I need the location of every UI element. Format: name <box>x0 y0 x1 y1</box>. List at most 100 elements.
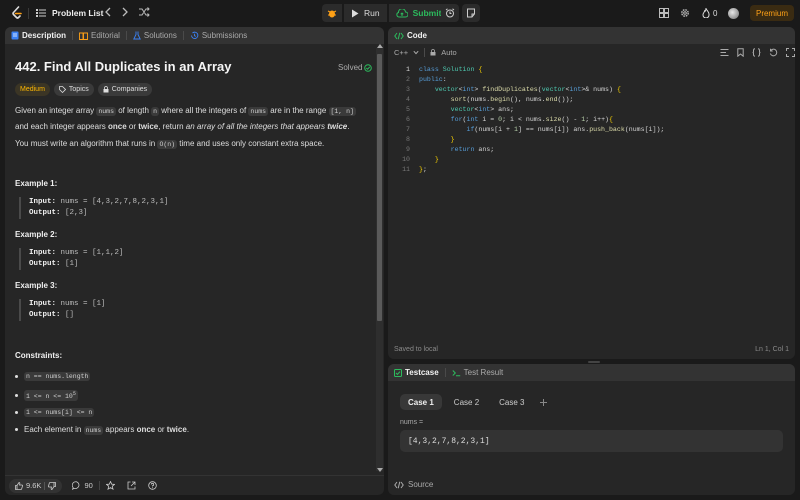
text: are in the range <box>268 106 329 115</box>
fullscreen-icon[interactable] <box>786 48 795 57</box>
tab-test-result[interactable]: Test Result <box>452 368 503 377</box>
line-number: 1 <box>406 66 410 73</box>
testcase-input[interactable]: [4,3,2,7,8,2,3,1] <box>400 430 783 452</box>
divider <box>125 31 127 40</box>
divider <box>182 31 184 40</box>
like-button[interactable]: 9.6K <box>9 478 63 493</box>
code-line: 4 sort(nums.begin(), nums.end()); <box>388 95 795 105</box>
gear-icon[interactable] <box>680 8 690 18</box>
run-button[interactable]: Run <box>344 4 387 22</box>
code-text: 1 <= n <= 10 <box>26 393 73 401</box>
case-tabs: Case 1 Case 2 Case 3 <box>400 394 548 410</box>
code-line: 11}; <box>388 165 795 175</box>
notes-button[interactable] <box>462 4 480 22</box>
divider <box>44 481 46 490</box>
cursor-position: Ln 1, Col 1 <box>755 346 789 353</box>
alarm-button[interactable] <box>441 4 459 22</box>
source-button[interactable]: Source <box>394 480 433 489</box>
like-count: 9.6K <box>26 481 42 490</box>
problem-description: Given an integer array nums of length n … <box>15 103 365 134</box>
case-tab[interactable]: Case 2 <box>446 394 487 410</box>
topics-chip[interactable]: Topics <box>53 83 94 96</box>
chevron-down-icon[interactable] <box>413 50 419 55</box>
tab-submissions[interactable]: Submissions <box>190 31 247 40</box>
inline-code: 1 <= n <= 105 <box>24 390 78 402</box>
input-value: nums = [1] <box>56 300 106 308</box>
scroll-up-arrow-icon[interactable] <box>377 44 383 48</box>
list-icon[interactable] <box>36 8 46 18</box>
format-lines-icon[interactable] <box>720 48 729 57</box>
line-number: 9 <box>406 146 410 153</box>
line-number: 11 <box>402 166 410 173</box>
debug-button[interactable] <box>322 4 342 22</box>
constraint-item: 1 <= n <= 105 <box>15 390 78 402</box>
plus-icon[interactable] <box>539 398 548 407</box>
flask-icon <box>133 31 141 40</box>
code-line: 8 } <box>388 135 795 145</box>
code-editor[interactable]: 1 class Solution { 2 public: 3 vector<int>… <box>388 65 795 175</box>
constraint-item: n == nums.length <box>15 372 91 381</box>
inline-code: 1 <= nums[i] <= n <box>24 408 95 417</box>
code-actions <box>720 48 795 57</box>
line-number: 5 <box>406 106 410 113</box>
alarm-clock-icon <box>445 8 455 18</box>
difficulty-badge[interactable]: Medium <box>15 83 50 96</box>
tab-description[interactable]: Description <box>11 31 66 40</box>
comments-button[interactable]: 90 <box>72 481 93 490</box>
tab-solutions[interactable]: Solutions <box>133 31 177 40</box>
reset-icon[interactable] <box>769 48 778 57</box>
input-label: Input: <box>29 300 57 308</box>
line-number: 8 <box>406 136 410 143</box>
layout-grid-icon[interactable] <box>659 8 669 18</box>
tab-code[interactable]: Code <box>394 31 427 40</box>
example-output: Output: [] <box>29 310 106 321</box>
scrollbar[interactable] <box>376 48 383 471</box>
companies-chip[interactable]: Companies <box>97 83 153 96</box>
avatar[interactable] <box>728 8 739 19</box>
text: time and uses only constant extra space. <box>177 139 325 148</box>
solved-status: Solved <box>338 63 373 72</box>
case-tab[interactable]: Case 3 <box>491 394 532 410</box>
chevron-left-icon[interactable] <box>104 7 112 17</box>
bold-text: once <box>107 122 127 131</box>
bookmark-icon[interactable] <box>737 48 744 57</box>
code-header: Code <box>388 27 795 44</box>
topics-label: Topics <box>68 86 89 93</box>
bullet <box>15 394 18 398</box>
mode-label[interactable]: Auto <box>441 48 456 57</box>
shuffle-icon[interactable] <box>139 7 150 17</box>
problem-list-link[interactable]: Problem List <box>52 8 103 18</box>
leetcode-logo-icon[interactable] <box>11 6 23 20</box>
chevron-right-icon[interactable] <box>121 7 129 17</box>
star-icon[interactable] <box>105 481 115 490</box>
submit-button[interactable]: Submit <box>388 4 449 22</box>
document-icon <box>11 31 19 40</box>
streak-counter[interactable]: 0 <box>702 8 717 18</box>
divider <box>28 8 29 19</box>
example-box: Input: nums = [4,3,2,7,8,2,3,1] Output: … <box>19 197 169 219</box>
bold-text: twice <box>166 425 187 434</box>
share-icon[interactable] <box>127 481 136 490</box>
text: , return <box>158 122 186 131</box>
tag-chips: Medium Topics Companies <box>15 83 153 96</box>
bullet <box>15 428 18 431</box>
case-tab[interactable]: Case 1 <box>400 394 442 410</box>
lock-icon <box>430 49 436 56</box>
tab-testcase[interactable]: Testcase <box>394 368 439 377</box>
input-variable-label: nums = <box>400 419 424 426</box>
braces-icon[interactable] <box>752 48 761 57</box>
output-label: Output: <box>29 260 61 268</box>
premium-button[interactable]: Premium <box>750 5 794 21</box>
companies-label: Companies <box>111 86 148 93</box>
bullet <box>15 375 18 378</box>
tab-editorial[interactable]: Editorial <box>79 31 120 40</box>
inline-code: nums <box>83 426 104 435</box>
panel-resize-handle[interactable] <box>588 361 600 363</box>
scrollbar-thumb[interactable] <box>377 54 382 321</box>
text: or <box>155 425 167 434</box>
example-input: Input: nums = [1,1,2] <box>29 248 124 259</box>
scroll-down-arrow-icon[interactable] <box>377 468 383 472</box>
language-select[interactable]: C++ <box>394 48 408 57</box>
problem-title: 442. Find All Duplicates in an Array <box>15 59 232 74</box>
help-icon[interactable] <box>148 481 157 490</box>
